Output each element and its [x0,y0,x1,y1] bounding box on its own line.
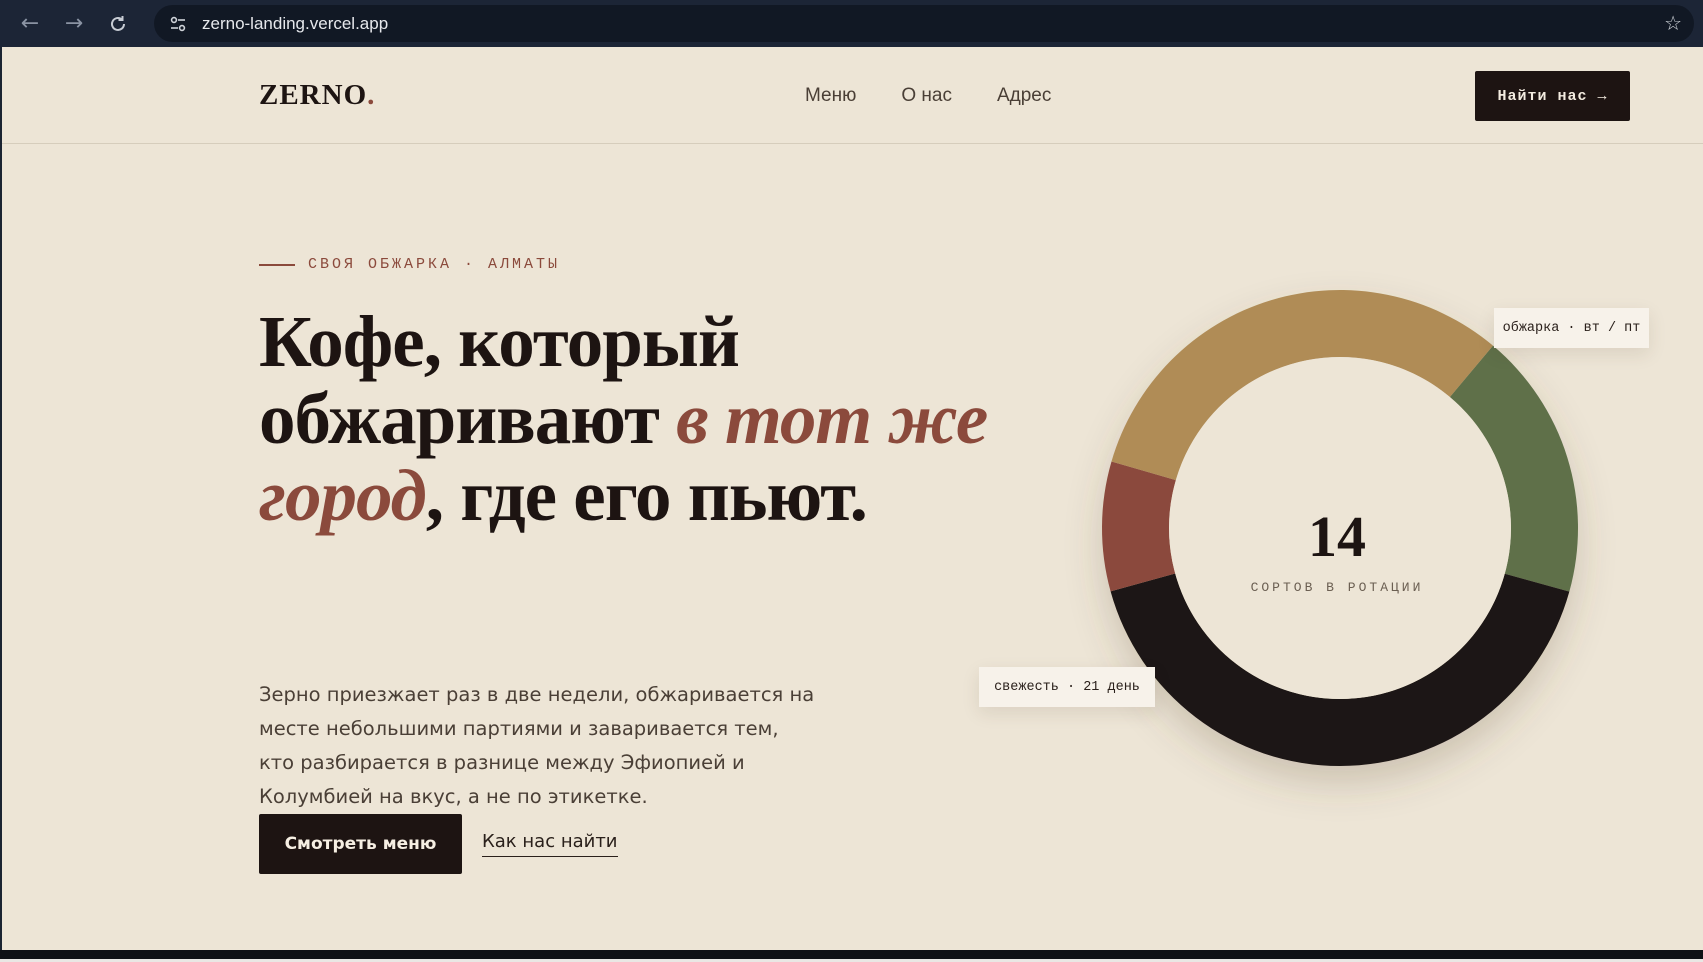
nav-link-menu[interactable]: Меню [805,85,856,107]
address-bar[interactable]: zerno-landing.vercel.app ☆ [154,5,1694,42]
site-header: ZERNO. Меню О нас Адрес Найти нас → [2,47,1703,144]
arrow-right-icon[interactable]: → [52,6,96,42]
nav-link-address[interactable]: Адрес [997,85,1051,107]
how-to-find-link[interactable]: Как нас найти [482,831,618,857]
hero-lead: Зерно приезжает раз в две недели, обжари… [259,683,815,808]
headline-part-1: Кофе, который обжаривают [259,301,740,459]
view-menu-button[interactable]: Смотреть меню [259,814,462,874]
stat-label: СОРТОВ В РОТАЦИИ [1250,580,1424,595]
main-nav: Меню О нас Адрес [805,85,1051,107]
roast-days-tag: обжарка · вт / пт [1494,308,1649,348]
stat-value: 14 [1308,504,1366,569]
eyebrow: СВОЯ ОБЖАРКА · АЛМАТЫ [259,256,560,273]
ring-segment-3 [1102,461,1176,592]
eyebrow-rule [259,263,295,266]
reload-icon[interactable] [96,6,140,42]
logo[interactable]: ZERNO. [259,79,375,112]
arrow-left-icon[interactable]: ← [8,6,52,42]
headline-part-2: , где его пьют. [425,455,868,536]
hero-headline: Кофе, который обжаривают в тот же город,… [259,303,1039,534]
browser-toolbar: ← → zerno-landing.vercel.app ☆ [0,0,1703,47]
site-info-icon[interactable] [158,5,198,42]
bottom-strip [0,950,1703,962]
find-us-button[interactable]: Найти нас → [1475,71,1630,121]
url-text[interactable]: zerno-landing.vercel.app [202,14,388,34]
freshness-tag: свежесть · 21 день [979,667,1155,707]
star-icon[interactable]: ☆ [1664,11,1682,35]
nav-link-about[interactable]: О нас [901,85,952,107]
eyebrow-text: СВОЯ ОБЖАРКА · АЛМАТЫ [308,256,561,273]
logo-dot: . [367,79,376,111]
